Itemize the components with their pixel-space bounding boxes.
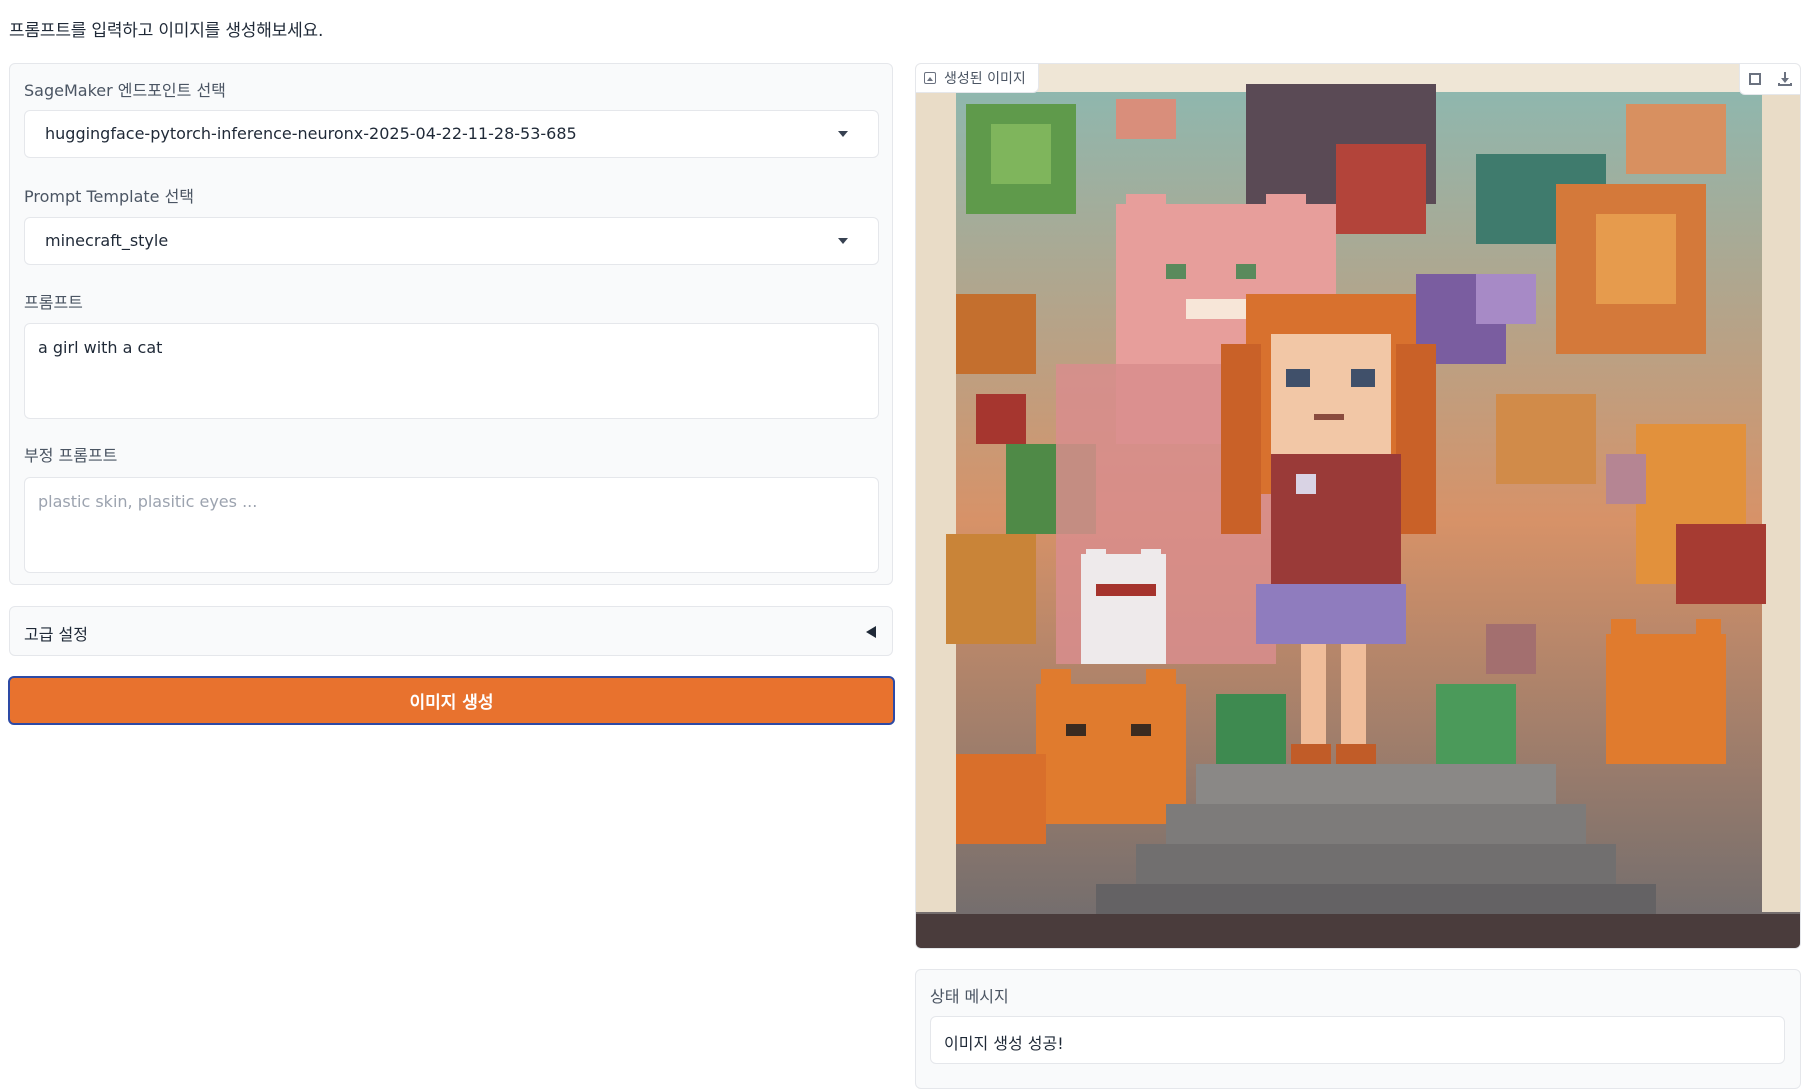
endpoint-label: SageMaker 엔드포인트 선택: [24, 81, 226, 100]
generation-form: SageMaker 엔드포인트 선택 huggingface-pytorch-i…: [9, 63, 893, 585]
generate-image-button[interactable]: 이미지 생성: [8, 676, 895, 725]
endpoint-select[interactable]: huggingface-pytorch-inference-neuronx-20…: [24, 110, 879, 158]
template-select-value: minecraft_style: [45, 231, 169, 250]
image-label: 생성된 이미지: [944, 71, 1026, 87]
chevron-down-icon: [838, 131, 848, 137]
generated-image-panel: 생성된 이미지: [915, 63, 1801, 949]
status-panel: 상태 메시지 이미지 생성 성공!: [915, 969, 1801, 1089]
negative-prompt-input[interactable]: [24, 477, 879, 573]
page-intro: 프롬프트를 입력하고 이미지를 생성해보세요.: [9, 21, 324, 41]
advanced-settings-label: 고급 설정: [24, 625, 88, 644]
image-icon: [924, 72, 936, 84]
endpoint-select-value: huggingface-pytorch-inference-neuronx-20…: [45, 124, 577, 143]
download-icon[interactable]: [1770, 64, 1800, 94]
template-label: Prompt Template 선택: [24, 187, 195, 206]
prompt-input[interactable]: a girl with a cat: [24, 323, 879, 419]
advanced-settings-accordion[interactable]: 고급 설정: [9, 606, 893, 656]
negative-prompt-label: 부정 프롬프트: [24, 446, 118, 465]
chevron-down-icon: [838, 238, 848, 244]
prompt-label: 프롬프트: [24, 293, 83, 312]
caret-left-icon: [866, 626, 876, 638]
status-label: 상태 메시지: [930, 987, 1009, 1006]
generated-image: [916, 84, 1800, 948]
template-select[interactable]: minecraft_style: [24, 217, 879, 265]
image-toolbar: [1739, 64, 1800, 95]
fullscreen-icon[interactable]: [1740, 64, 1770, 94]
status-message: 이미지 생성 성공!: [930, 1016, 1785, 1064]
image-label-tag: 생성된 이미지: [916, 64, 1039, 93]
